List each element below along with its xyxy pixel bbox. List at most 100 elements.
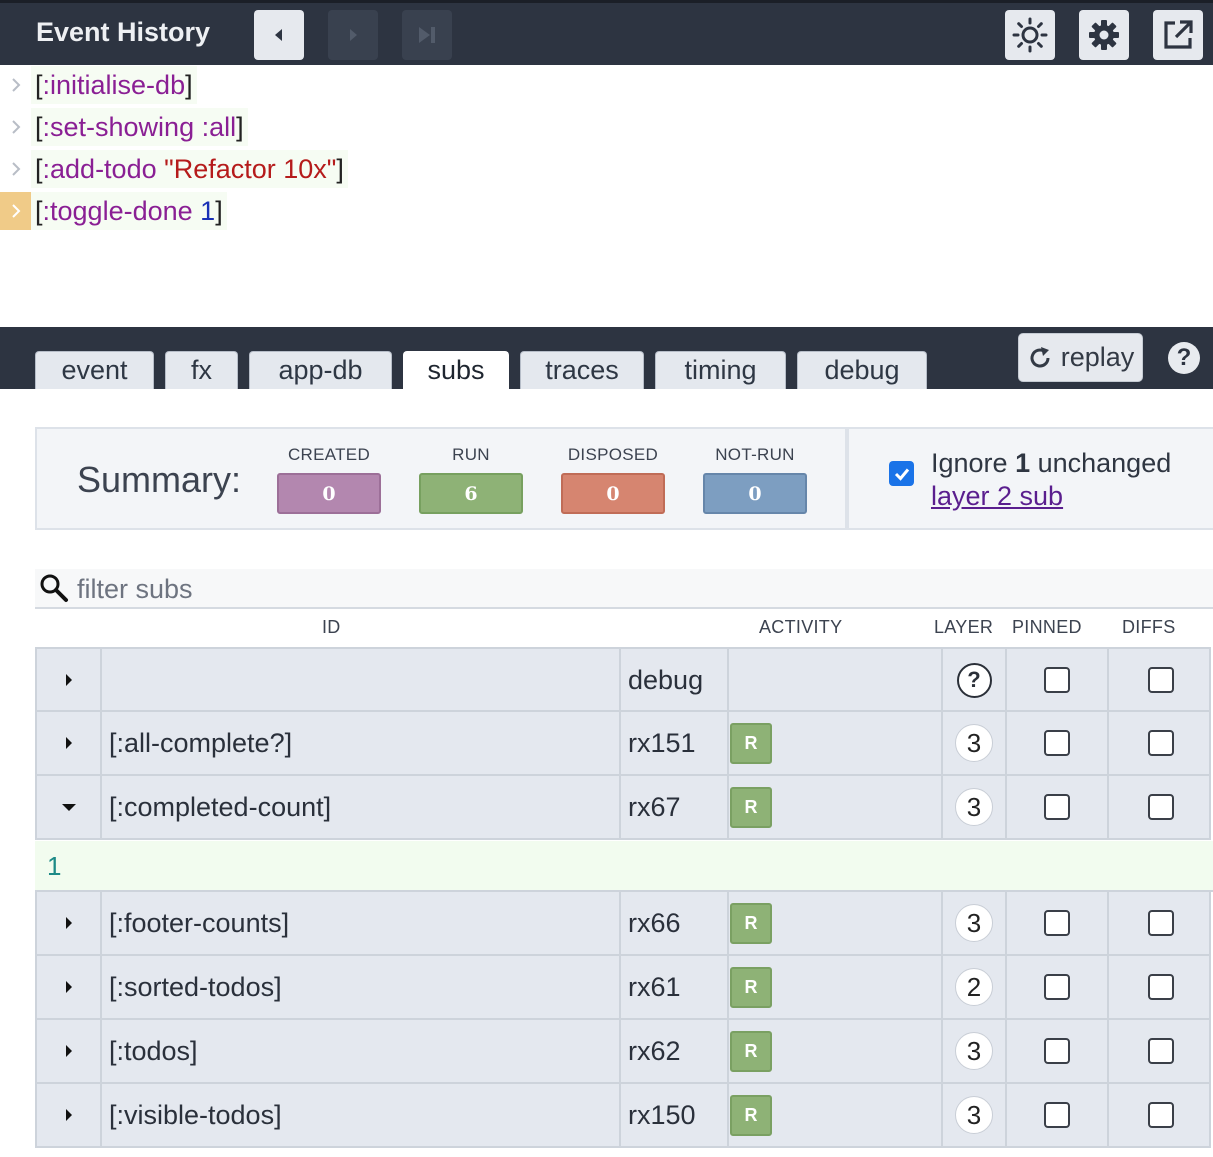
diffs-checkbox[interactable] [1148, 910, 1174, 936]
expand-toggle[interactable] [37, 776, 102, 838]
step-back-button[interactable] [254, 10, 304, 60]
table-row: [:visible-todos] rx150 R 3 [35, 1084, 1211, 1148]
stat-run: RUN 6 [419, 445, 523, 514]
tab-debug[interactable]: debug [797, 351, 927, 389]
popout-button[interactable] [1153, 10, 1203, 60]
search-icon [38, 572, 70, 609]
diffs-checkbox[interactable] [1148, 730, 1174, 756]
event-item-selected[interactable]: [:toggle-done 1] [0, 192, 227, 230]
sub-rx: rx150 [621, 1084, 729, 1146]
replay-button[interactable]: replay [1018, 333, 1143, 382]
sub-activity: R [729, 892, 943, 954]
event-item[interactable]: [:initialise-db] [0, 66, 197, 104]
event-history-header: Event History [0, 0, 1213, 65]
tab-traces[interactable]: traces [520, 351, 644, 389]
table-row: [:completed-count] rx67 R 3 [35, 776, 1211, 840]
filter-subs-input[interactable]: filter subs [77, 574, 193, 605]
pinned-cell [1007, 1084, 1109, 1146]
pinned-checkbox[interactable] [1044, 910, 1070, 936]
sub-activity: R [729, 956, 943, 1018]
sub-layer: 2 [943, 956, 1007, 1018]
page-title: Event History [36, 17, 211, 47]
column-header-activity: ACTIVITY [759, 617, 843, 637]
question-icon[interactable]: ? [956, 662, 992, 698]
layer-2-sub-link[interactable]: layer 2 sub [931, 481, 1063, 511]
stat-caption: CREATED [287, 445, 371, 464]
sub-rx: rx67 [621, 776, 729, 838]
sub-rx: rx66 [621, 892, 729, 954]
skip-to-end-button[interactable] [402, 10, 452, 60]
layer-badge: 3 [955, 724, 993, 762]
diffs-checkbox[interactable] [1148, 1102, 1174, 1128]
sub-layer: 3 [943, 712, 1007, 774]
run-badge: R [730, 786, 772, 828]
sub-id: [:footer-counts] [102, 892, 621, 954]
pinned-checkbox[interactable] [1044, 974, 1070, 1000]
expand-toggle[interactable] [37, 956, 102, 1018]
diffs-checkbox[interactable] [1148, 974, 1174, 1000]
caret-right-icon [65, 917, 72, 929]
expand-toggle[interactable] [37, 649, 102, 711]
column-header-pinned: PINNED [1012, 617, 1082, 637]
skip-to-end-icon [419, 27, 435, 43]
layer-badge: 3 [955, 1096, 993, 1134]
pinned-cell [1007, 712, 1109, 774]
diffs-checkbox[interactable] [1148, 667, 1174, 693]
pinned-cell [1007, 1020, 1109, 1082]
sun-icon [1012, 17, 1048, 53]
pinned-checkbox[interactable] [1044, 1102, 1070, 1128]
caret-down-icon [61, 804, 76, 811]
expand-toggle[interactable] [37, 1084, 102, 1146]
diffs-cell [1109, 1020, 1213, 1082]
sub-id: [:todos] [102, 1020, 621, 1082]
sub-layer: 3 [943, 892, 1007, 954]
pinned-checkbox[interactable] [1044, 1038, 1070, 1064]
diffs-checkbox[interactable] [1148, 794, 1174, 820]
pinned-checkbox[interactable] [1044, 730, 1070, 756]
refresh-icon [1030, 346, 1050, 367]
table-row: debug ? [35, 647, 1211, 712]
expand-toggle[interactable] [37, 712, 102, 774]
tab-bar: event fx app-db subs traces timing debug… [0, 327, 1213, 389]
diffs-checkbox[interactable] [1148, 1038, 1174, 1064]
expand-toggle[interactable] [37, 1020, 102, 1082]
chevron-right-icon [0, 192, 31, 230]
stat-value: 0 [703, 473, 807, 514]
tab-fx[interactable]: fx [165, 351, 238, 389]
step-forward-button[interactable] [328, 10, 378, 60]
event-item[interactable]: [:set-showing :all] [0, 108, 248, 146]
expand-toggle[interactable] [37, 892, 102, 954]
pinned-checkbox[interactable] [1044, 667, 1070, 693]
tab-subs[interactable]: subs [403, 351, 509, 389]
stat-caption: DISPOSED [567, 445, 659, 464]
caret-right-icon [65, 1045, 72, 1057]
sub-activity: R [729, 1020, 943, 1082]
diffs-cell [1109, 892, 1213, 954]
event-item[interactable]: [:add-todo "Refactor 10x"] [0, 150, 348, 188]
tab-event[interactable]: event [35, 351, 154, 389]
ignore-unchanged-checkbox[interactable] [889, 461, 914, 486]
tab-timing[interactable]: timing [655, 351, 786, 389]
settings-button[interactable] [1079, 10, 1129, 60]
diffs-cell [1109, 649, 1213, 711]
stat-not-run: NOT-RUN 0 [703, 445, 807, 514]
stat-value: 0 [277, 473, 381, 514]
sub-activity: R [729, 712, 943, 774]
replay-label: replay [1060, 342, 1135, 372]
pinned-cell [1007, 776, 1109, 838]
run-badge: R [730, 1030, 772, 1072]
theme-toggle-button[interactable] [1005, 10, 1055, 60]
tab-app-db[interactable]: app-db [249, 351, 392, 389]
pinned-cell [1007, 649, 1109, 711]
pinned-checkbox[interactable] [1044, 794, 1070, 820]
stat-value: 0 [561, 473, 665, 514]
step-forward-icon [350, 29, 357, 41]
stat-caption: NOT-RUN [715, 445, 795, 464]
event-label: [:toggle-done 1] [31, 192, 227, 230]
column-header-layer: LAYER [934, 617, 994, 637]
table-row: [:all-complete?] rx151 R 3 [35, 712, 1211, 776]
chevron-right-icon [0, 150, 31, 188]
sub-layer: ? [943, 649, 1007, 711]
chevron-right-icon [0, 66, 31, 104]
help-icon[interactable]: ? [1168, 342, 1200, 374]
